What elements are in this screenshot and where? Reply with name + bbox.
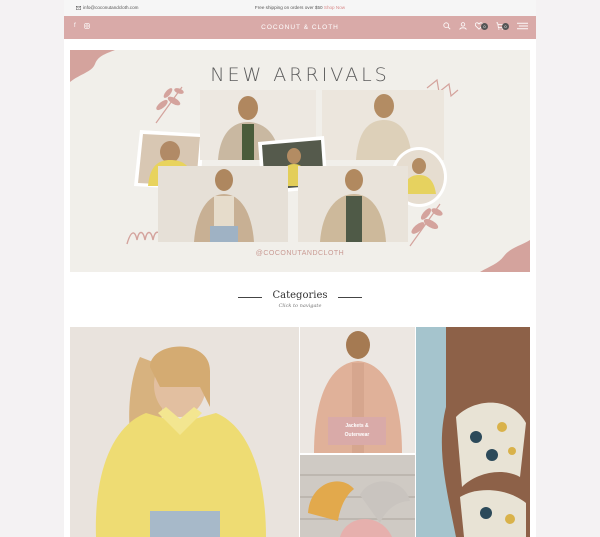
wishlist-count: 0 [481, 22, 488, 30]
main-header: f COCONUT & CLOTH 0 0 [64, 16, 536, 39]
shipping-text: Free shipping on orders over $50 [254, 5, 323, 10]
photo-cardigan-tank [158, 166, 288, 242]
announcement-bar: info@coconutandcloth.com Free shipping o… [64, 0, 536, 16]
header-icons: 0 0 [443, 22, 528, 30]
categories-subtitle: Click to navigate [278, 303, 322, 309]
category-tile-sweaters[interactable] [70, 327, 299, 537]
banner-title: NEW ARRIVALS [210, 64, 390, 86]
heading-rule-right [338, 297, 362, 298]
category-image-yellow-sweater [70, 327, 299, 537]
account-icon[interactable] [459, 22, 467, 30]
categories-title: Categories [272, 290, 328, 301]
category-tile-jackets[interactable]: Jackets & Outerwear [300, 327, 415, 453]
shop-now-link[interactable]: Shop Now [324, 5, 345, 10]
photo-knit-cardigan [298, 166, 408, 242]
category-label-jackets[interactable]: Jackets & Outerwear [328, 417, 386, 445]
menu-icon[interactable] [517, 22, 528, 30]
category-tile-accessories[interactable] [300, 455, 415, 537]
category-image-floral-swimwear [416, 327, 530, 537]
page: info@coconutandcloth.com Free shipping o… [64, 0, 536, 537]
leaf-decoration-left [155, 86, 184, 124]
category-image-headbands [300, 455, 415, 537]
search-icon[interactable] [443, 22, 451, 30]
wishlist-button[interactable]: 0 [475, 22, 488, 30]
category-label-text: Jackets & Outerwear [344, 423, 370, 438]
shipping-notice: Free shipping on orders over $50 Shop No… [64, 5, 536, 10]
new-arrivals-banner[interactable]: NEW ARRIVALS @COCONUTANDCLOTH [70, 50, 530, 272]
cart-button[interactable]: 0 [496, 22, 509, 30]
cart-count: 0 [502, 22, 509, 30]
instagram-handle[interactable]: @COCONUTANDCLOTH [70, 250, 530, 257]
category-tile-swimwear[interactable] [416, 327, 530, 537]
categories-heading: Categories Click to navigate [64, 290, 536, 316]
heading-rule-left [238, 297, 262, 298]
